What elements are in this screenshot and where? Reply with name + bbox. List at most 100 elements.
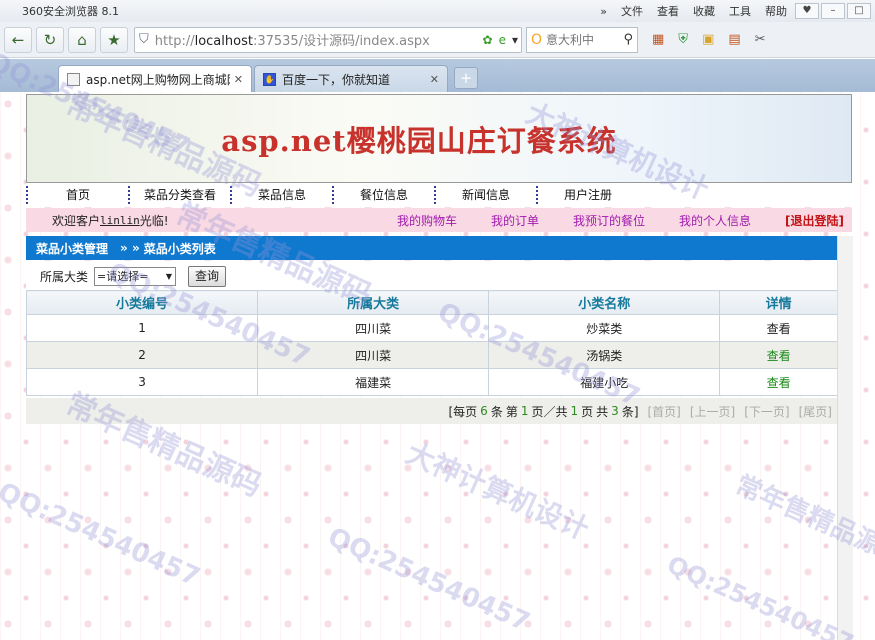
security-icon[interactable]: ⛨	[678, 32, 688, 47]
apps-icon[interactable]: ▦	[652, 32, 664, 47]
menu-help[interactable]: 帮助	[765, 3, 787, 19]
cell-name: 炒菜类	[488, 314, 721, 342]
view-link[interactable]: 查看	[719, 368, 838, 396]
menu-more[interactable]: »	[600, 5, 607, 18]
maximize-icon[interactable]: □	[847, 3, 871, 19]
welcome-prefix: 欢迎客户	[52, 213, 101, 228]
search-box[interactable]: O 意大利中 ⚲	[526, 26, 638, 53]
skin-icon[interactable]: ♥	[795, 3, 819, 19]
browser-title: 360安全浏览器 8.1	[22, 5, 119, 18]
pager-last[interactable]: [尾页]	[799, 403, 832, 420]
browser-nav-bar: ← ↻ ⌂ ★ ⛉ http://localhost:37535/设计源码/in…	[0, 22, 875, 58]
pager-total-prefix: 共	[596, 404, 609, 419]
ie-mode-icon[interactable]: e	[499, 33, 506, 47]
menu-seat-info[interactable]: 餐位信息	[332, 186, 434, 204]
tab-baidu[interactable]: ✋ 百度一下，你就知道 ✕	[254, 65, 448, 92]
address-dropdown-icon[interactable]: ▾	[512, 33, 518, 47]
pdf-icon[interactable]: ▤	[728, 32, 740, 47]
site-menu: 首页 菜品分类查看 菜品信息 餐位信息 新闻信息 用户注册	[26, 183, 852, 207]
home-icon[interactable]: ⌂	[68, 26, 96, 53]
baidu-paw-icon: ✋	[263, 72, 276, 86]
favorite-star-icon[interactable]: ★	[100, 26, 128, 53]
pager-per-page-prefix: [每页	[448, 404, 478, 419]
cell-major: 四川菜	[257, 314, 490, 342]
browser-title-bar: 360安全浏览器 8.1 » 文件 查看 收藏 工具 帮助 ♥ – □	[0, 0, 875, 22]
address-url[interactable]: http://localhost:37535/设计源码/index.aspx	[155, 30, 480, 49]
pager-prev[interactable]: [上一页]	[690, 403, 735, 420]
refresh-icon[interactable]: ↻	[36, 26, 64, 53]
pager-per-page-suffix: 条	[490, 404, 503, 419]
pager: [每页 6 条 第 1 页／共 1 页 共 3 条] [首页] [上一页] [下一页] [尾页]	[26, 398, 838, 424]
table-header-row: 小类编号 所属大类 小类名称 详情	[25, 290, 838, 315]
window-controls: ♥ – □	[795, 3, 871, 19]
extension-icon[interactable]: ▣	[702, 32, 714, 47]
pager-first[interactable]: [首页]	[648, 403, 681, 420]
screenshot-icon[interactable]: ✂	[755, 32, 766, 47]
new-tab-icon[interactable]: +	[454, 67, 478, 89]
tab-bar: asp.net网上购物网上商城网站 ✕ ✋ 百度一下，你就知道 ✕ +	[0, 59, 875, 92]
filter-label: 所属大类	[40, 269, 89, 284]
minimize-icon[interactable]: –	[821, 3, 845, 19]
menu-view[interactable]: 查看	[657, 3, 679, 19]
menu-dish-info[interactable]: 菜品信息	[230, 186, 332, 204]
table-row: 3 福建菜 福建小吃 查看	[25, 368, 838, 396]
category-select[interactable]: =请选择= ▼	[94, 266, 177, 286]
logout-link[interactable]: [退出登陆]	[785, 212, 844, 229]
close-icon[interactable]: ✕	[234, 73, 243, 86]
link-profile[interactable]: 我的个人信息	[679, 212, 751, 229]
cell-name: 福建小吃	[488, 368, 721, 396]
section-right: 菜品小类列表	[143, 241, 216, 256]
menu-file[interactable]: 文件	[621, 3, 643, 19]
user-links: 我的购物车 我的订单 我预订的餐位 我的个人信息 [退出登陆]	[397, 212, 844, 229]
welcome-bar: 欢迎客户 linlin 光临! 我的购物车 我的订单 我预订的餐位 我的个人信息…	[26, 208, 852, 232]
view-link[interactable]: 查看	[719, 341, 838, 369]
close-icon[interactable]: ✕	[430, 73, 439, 86]
col-major: 所属大类	[257, 290, 490, 315]
pager-next[interactable]: [下一页]	[744, 403, 789, 420]
pager-total-suffix: 条]	[621, 404, 639, 419]
menu-news[interactable]: 新闻信息	[434, 186, 536, 204]
page-icon	[67, 72, 80, 86]
filter-bar: 所属大类 =请选择= ▼ 查询	[26, 261, 838, 291]
search-engine-icon[interactable]: O	[531, 32, 542, 48]
welcome-suffix: 光临!	[139, 213, 169, 228]
link-orders[interactable]: 我的订单	[491, 212, 539, 229]
menu-favorites[interactable]: 收藏	[693, 3, 715, 19]
cell-major: 福建菜	[257, 368, 490, 396]
col-id: 小类编号	[25, 290, 259, 315]
menu-register[interactable]: 用户注册	[536, 186, 638, 204]
tab-label: 百度一下，你就知道	[282, 72, 391, 87]
site-banner: asp.net樱桃园山庄订餐系统	[26, 94, 852, 183]
back-icon[interactable]: ←	[4, 26, 32, 53]
welcome-user: linlin	[100, 213, 140, 227]
table-row: 2 四川菜 汤锅类 查看	[25, 341, 838, 369]
web-page: asp.net樱桃园山庄订餐系统 首页 菜品分类查看 菜品信息 餐位信息 新闻信…	[0, 92, 875, 640]
site-title: asp.net樱桃园山庄订餐系统	[221, 123, 617, 158]
cell-name: 汤锅类	[488, 341, 721, 369]
chevron-down-icon: ▼	[165, 271, 173, 281]
pager-current-page: 1	[520, 404, 529, 418]
menu-category-view[interactable]: 菜品分类查看	[128, 186, 230, 204]
link-reserved-seats[interactable]: 我预订的餐位	[573, 212, 645, 229]
search-input[interactable]: 意大利中	[546, 31, 623, 48]
pager-total-records: 3	[611, 404, 619, 418]
query-button[interactable]: 查询	[188, 265, 227, 287]
link-cart[interactable]: 我的购物车	[397, 212, 457, 229]
search-icon[interactable]: ⚲	[623, 32, 633, 47]
category-select-value: =请选择=	[97, 270, 149, 283]
vertical-scrollbar[interactable]	[837, 236, 853, 640]
pager-page-mid: 页／共	[531, 404, 568, 419]
compat-mode-icon[interactable]: ✿	[483, 33, 493, 47]
table-row: 1 四川菜 炒菜类 查看	[25, 314, 838, 342]
cell-id: 1	[25, 314, 259, 342]
section-left: 菜品小类管理	[36, 241, 109, 256]
menu-tools[interactable]: 工具	[729, 3, 751, 19]
tab-label: asp.net网上购物网上商城网站	[86, 72, 230, 87]
menu-home[interactable]: 首页	[26, 186, 128, 204]
tab-shop[interactable]: asp.net网上购物网上商城网站 ✕	[58, 65, 252, 92]
cell-id: 2	[25, 341, 259, 369]
address-bar[interactable]: ⛉ http://localhost:37535/设计源码/index.aspx…	[134, 26, 522, 53]
view-link[interactable]: 查看	[719, 314, 838, 342]
pager-page-suffix: 页	[581, 404, 594, 419]
shield-icon: ⛉	[139, 32, 149, 47]
